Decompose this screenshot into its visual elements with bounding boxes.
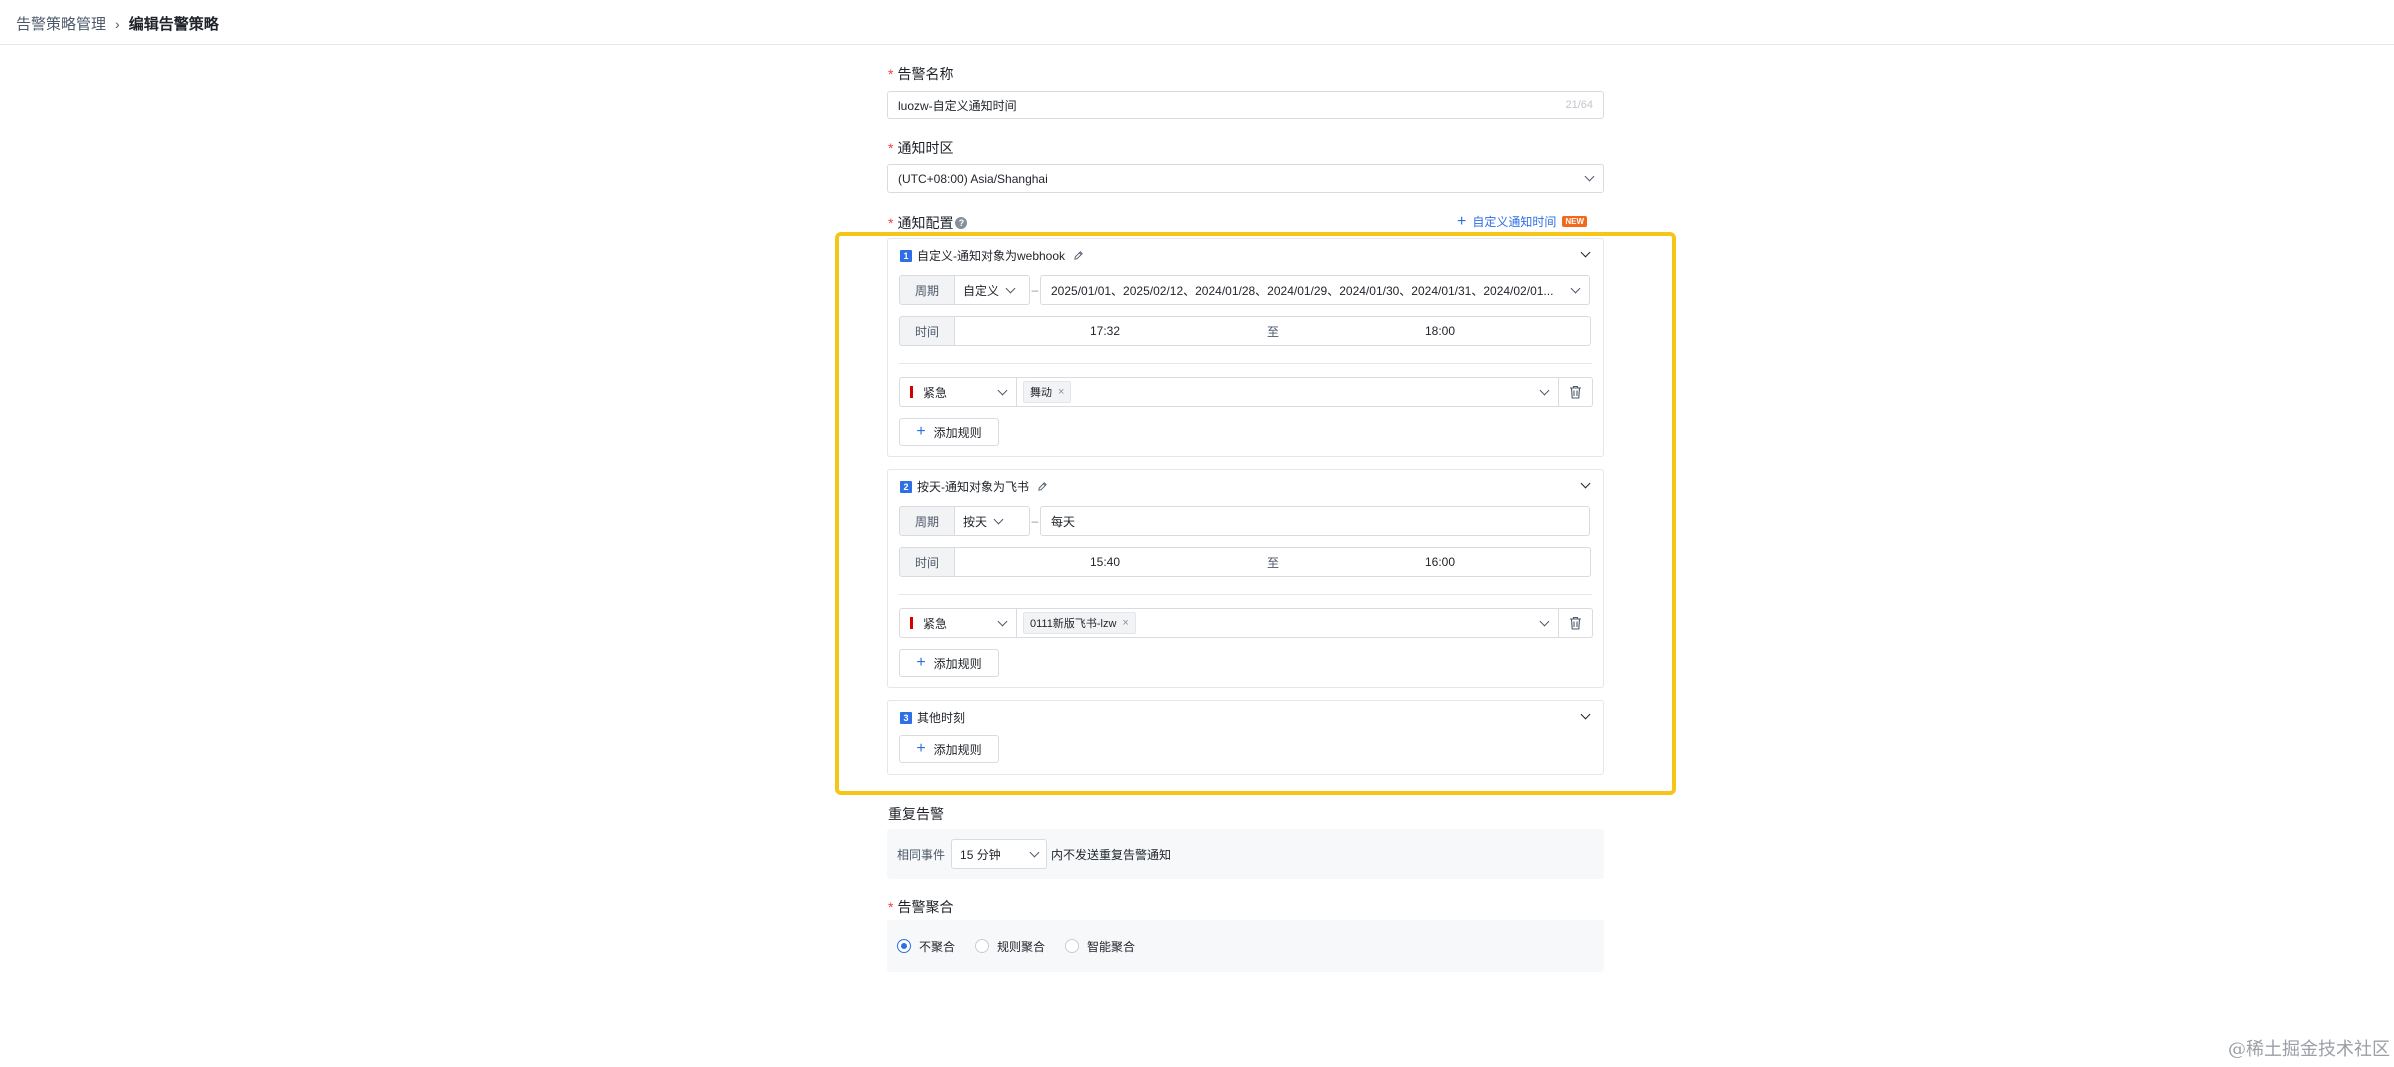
collapse-chevron-icon[interactable]: [1580, 478, 1591, 489]
radio-unchecked-icon: [1065, 939, 1080, 953]
radio-no-aggregation[interactable]: 不聚合: [897, 938, 955, 955]
notify-card-2: 2 按天-通知对象为飞书 周期 按天 – 每天 时间 15:40 至 16:00…: [887, 469, 1604, 688]
radio-rule-aggregation[interactable]: 规则聚合: [975, 938, 1045, 955]
divider: [899, 594, 1592, 595]
chevron-down-icon: [997, 616, 1008, 626]
period-tag: 周期: [899, 506, 955, 536]
card-header: 1 自定义-通知对象为webhook: [900, 247, 1084, 264]
breadcrumb-current: 编辑告警策略: [128, 16, 219, 33]
time-separator: 至: [1267, 555, 1280, 570]
receiver-select[interactable]: 0111新版飞书-lzw ×: [1017, 608, 1559, 638]
aggregation-panel: 不聚合 规则聚合 智能聚合: [887, 920, 1604, 972]
period-detail-input[interactable]: 每天: [1040, 506, 1590, 536]
urgent-level-marker: [910, 617, 913, 629]
period-row: 周期 自定义 – 2025/01/01、2025/02/12、2024/01/2…: [899, 275, 1590, 305]
delete-rule-button[interactable]: [1559, 608, 1593, 638]
divider: [899, 363, 1592, 364]
radio-smart-aggregation[interactable]: 智能聚合: [1065, 938, 1135, 955]
time-from: 17:32: [1090, 324, 1121, 338]
timezone-label: * 通知时区: [888, 140, 954, 156]
new-badge: NEW: [1562, 216, 1588, 227]
close-icon[interactable]: ×: [1122, 617, 1128, 629]
char-counter: 21/64: [1565, 99, 1593, 111]
page-header: 告警策略管理 › 编辑告警策略: [0, 0, 2394, 45]
chevron-down-icon: [1005, 283, 1016, 293]
card-index: 3: [900, 711, 912, 724]
period-type-select[interactable]: 按天: [955, 506, 1030, 536]
add-rule-button[interactable]: + 添加规则: [899, 649, 999, 677]
plus-icon: +: [916, 740, 926, 757]
collapse-chevron-icon[interactable]: [1580, 247, 1591, 258]
card-index: 2: [900, 480, 912, 493]
add-custom-time-button[interactable]: + 自定义通知时间 NEW: [1457, 212, 1588, 230]
time-to: 16:00: [1425, 555, 1456, 569]
repeat-alert-panel: 相同事件 15 分钟 内不发送重复告警通知: [887, 829, 1604, 879]
radio-unchecked-icon: [975, 939, 990, 953]
question-icon[interactable]: ?: [955, 217, 968, 229]
breadcrumb: 告警策略管理 › 编辑告警策略: [16, 13, 219, 34]
receiver-chip: 0111新版飞书-lzw ×: [1023, 612, 1136, 634]
notify-card-1: 1 自定义-通知对象为webhook 周期 自定义 – 2025/01/01、2…: [887, 238, 1604, 457]
notify-card-3: 3 其他时刻 + 添加规则: [887, 700, 1604, 775]
time-tag: 时间: [899, 547, 955, 577]
card-title: 其他时刻: [917, 711, 966, 725]
repeat-alert-label: 重复告警: [888, 806, 944, 822]
time-range-picker[interactable]: 17:32 至 18:00: [955, 316, 1591, 346]
chevron-down-icon: [997, 385, 1008, 395]
chevron-down-icon: [1029, 847, 1040, 857]
chevron-down-icon: [993, 514, 1004, 524]
repeat-prefix: 相同事件: [897, 847, 946, 862]
repeat-suffix: 内不发送重复告警通知: [1051, 847, 1172, 862]
period-type-select[interactable]: 自定义: [955, 275, 1030, 305]
card-title: 自定义-通知对象为webhook: [917, 249, 1066, 263]
urgent-level-marker: [910, 386, 913, 398]
add-rule-button[interactable]: + 添加规则: [899, 735, 999, 763]
trash-icon: [1570, 616, 1581, 630]
alert-name-label: * 告警名称: [888, 66, 954, 82]
alert-name-input[interactable]: luozw-自定义通知时间 21/64: [887, 91, 1604, 119]
add-rule-button[interactable]: + 添加规则: [899, 418, 999, 446]
plus-icon: +: [1457, 212, 1467, 230]
edit-icon[interactable]: [1073, 250, 1084, 261]
time-to: 18:00: [1425, 324, 1456, 338]
time-tag: 时间: [899, 316, 955, 346]
chevron-down-icon: [1539, 385, 1550, 395]
aggregation-label: * 告警聚合: [888, 899, 954, 915]
card-title: 按天-通知对象为飞书: [917, 480, 1029, 494]
period-tag: 周期: [899, 275, 955, 305]
level-select[interactable]: 紧急: [899, 377, 1017, 407]
card-header: 3 其他时刻: [900, 709, 965, 726]
chevron-down-icon: [1584, 171, 1595, 182]
receiver-select[interactable]: 舞动 ×: [1017, 377, 1559, 407]
period-row: 周期 按天 – 每天: [899, 506, 1590, 536]
edit-icon[interactable]: [1037, 481, 1048, 492]
plus-icon: +: [916, 654, 926, 671]
radio-checked-icon: [897, 939, 911, 953]
breadcrumb-parent-link[interactable]: 告警策略管理: [16, 13, 106, 34]
repeat-interval-select[interactable]: 15 分钟: [951, 839, 1048, 869]
card-header: 2 按天-通知对象为飞书: [900, 478, 1048, 495]
time-row: 时间 17:32 至 18:00: [899, 316, 1591, 346]
timezone-select[interactable]: (UTC+08:00) Asia/Shanghai: [887, 164, 1604, 193]
collapse-chevron-icon[interactable]: [1580, 709, 1591, 720]
chevron-right-icon: ›: [115, 15, 120, 32]
receiver-chip: 舞动 ×: [1023, 381, 1072, 403]
plus-icon: +: [916, 423, 926, 440]
delete-rule-button[interactable]: [1559, 377, 1593, 407]
time-row: 时间 15:40 至 16:00: [899, 547, 1591, 577]
time-range-picker[interactable]: 15:40 至 16:00: [955, 547, 1591, 577]
time-from: 15:40: [1090, 555, 1121, 569]
chevron-down-icon: [1570, 283, 1581, 293]
notify-config-label: * 通知配置 ?: [888, 213, 968, 233]
trash-icon: [1570, 385, 1581, 399]
chevron-down-icon: [1539, 616, 1550, 626]
close-icon[interactable]: ×: [1058, 386, 1064, 398]
watermark: @稀土掘金技术社区: [2228, 1039, 2390, 1060]
level-select[interactable]: 紧急: [899, 608, 1017, 638]
card-index: 1: [900, 249, 912, 262]
period-detail-select[interactable]: 2025/01/01、2025/02/12、2024/01/28、2024/01…: [1040, 275, 1590, 305]
time-separator: 至: [1267, 324, 1280, 339]
